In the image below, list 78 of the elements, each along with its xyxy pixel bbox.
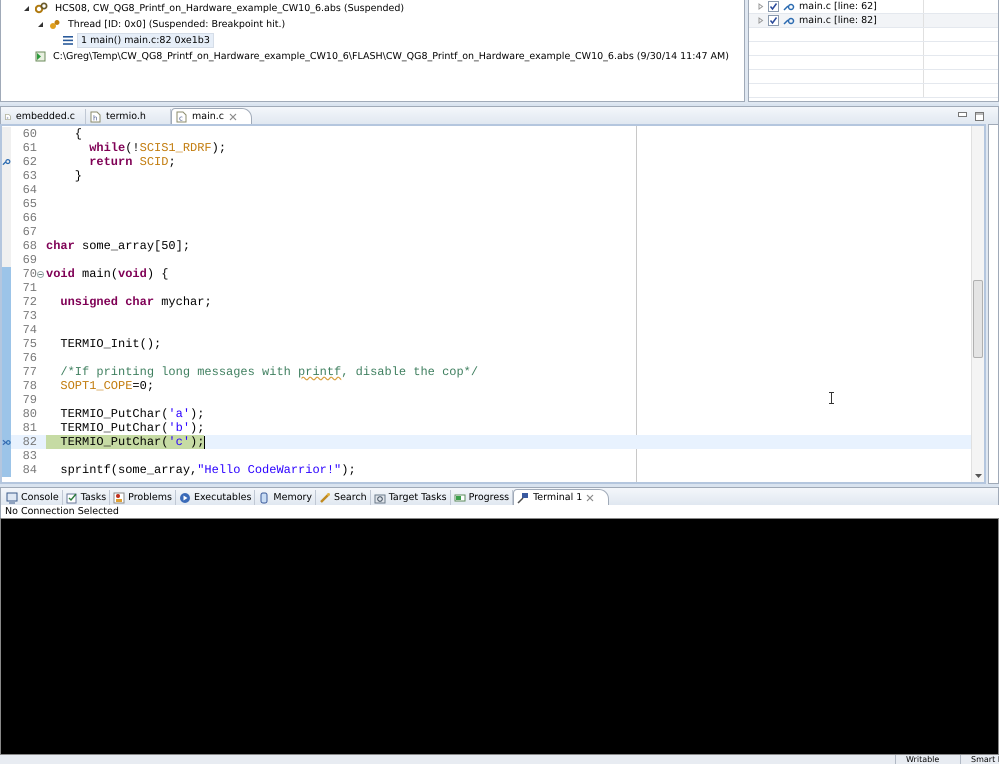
line-number: 60 [22, 127, 37, 141]
search-view-icon [319, 492, 332, 504]
expanded-arrow-icon[interactable] [23, 4, 30, 12]
line-number: 84 [22, 463, 37, 477]
code-line: { [74, 127, 82, 141]
line-number: 68 [22, 239, 37, 253]
text-cursor [204, 436, 206, 448]
breakpoint-icon [783, 16, 795, 24]
collapsed-arrow-icon[interactable] [757, 3, 764, 10]
tree-item[interactable]: HCS08, CW_QG8_Printf_on_Hardware_example_CW10_6.abs (Suspended) [52, 2, 408, 14]
console-view-icon [6, 492, 18, 504]
line-number: 69 [22, 253, 37, 267]
terminal-view-icon [517, 492, 530, 504]
code-line: SOPT1_COPE=0; [59, 379, 154, 393]
instruction-pointer-icon[interactable] [2, 438, 11, 446]
line-number: 80 [22, 407, 37, 421]
code-line: } [74, 169, 82, 183]
minimize-icon[interactable] [958, 112, 967, 118]
text-cursor-icon [828, 392, 835, 404]
stack-frame-icon [63, 36, 73, 44]
code-line: TERMIO_Init(); [59, 337, 162, 351]
breakpoint-icon[interactable] [2, 158, 11, 166]
code-line: /*If printing long messages with printf, disable the cop*/ [59, 365, 478, 379]
line-number: 62 [22, 155, 37, 169]
executables-view-icon [178, 492, 191, 504]
tree-item[interactable]: 1 main() main.c:82 0xe1b3 [77, 32, 214, 48]
line-number: 65 [22, 197, 37, 211]
scroll-down-icon[interactable] [974, 474, 982, 478]
code-line: return SCID; [88, 155, 176, 169]
close-icon[interactable] [586, 494, 594, 502]
breakpoint-label[interactable]: main.c [line: 62] [799, 1, 877, 12]
line-number: 73 [22, 309, 37, 323]
line-number: 79 [22, 393, 37, 407]
code-line: TERMIO_PutChar('a'); [59, 407, 204, 421]
line-number: 75 [22, 337, 37, 351]
line-number: 71 [22, 281, 37, 295]
line-number: 74 [22, 323, 37, 337]
line-number: 76 [22, 351, 37, 365]
line-number: 61 [22, 141, 37, 155]
connection-status: No Connection Selected [5, 506, 119, 517]
checkbox[interactable] [768, 15, 779, 26]
line-number: 77 [22, 365, 37, 379]
code-line: char some_array[50]; [46, 239, 190, 253]
expanded-arrow-icon[interactable] [37, 20, 44, 28]
scrollbar[interactable] [971, 126, 984, 482]
status-field: Writable [895, 755, 960, 764]
tree-item[interactable]: Thread [ID: 0x0] (Suspended: Breakpoint hit.) [65, 18, 288, 30]
line-number: 72 [22, 295, 37, 309]
fold-icon[interactable] [37, 270, 44, 278]
collapsed-arrow-icon[interactable] [757, 17, 764, 24]
memory-view-icon [258, 492, 270, 504]
line-number: 81 [22, 421, 37, 435]
status-field: Smart I [960, 755, 999, 764]
process-icon [35, 50, 46, 62]
line-number: 78 [22, 379, 37, 393]
close-icon[interactable] [228, 112, 237, 120]
tree-item[interactable]: C:\Greg\Temp\CW_QG8_Printf_on_Hardware_example_CW10_6\FLASH\CW_QG8_Printf_on_Hardware_example_CW10_6.abs (9/30/14 11:47 AM) [50, 50, 732, 62]
line-number: 63 [22, 169, 37, 183]
code-line: while(!SCIS1_RDRF); [88, 141, 226, 155]
maximize-icon[interactable] [975, 112, 984, 121]
code-line: sprintf(some_array,"Hello CodeWarrior!"); [59, 463, 356, 477]
gears-icon [35, 2, 48, 14]
line-number: 67 [22, 225, 37, 239]
breakpoint-icon [783, 2, 795, 10]
code-line: void main(void) { [46, 267, 168, 281]
code-line: TERMIO_PutChar('b'); [59, 421, 204, 435]
line-number: 64 [22, 183, 37, 197]
line-number: 66 [22, 211, 37, 225]
progress-view-icon [454, 492, 466, 504]
line-number: 70 [22, 267, 37, 281]
line-number: 82 [22, 435, 37, 449]
threads-icon [49, 18, 61, 30]
code-line: unsigned char mychar; [59, 295, 212, 309]
checkbox[interactable] [768, 1, 779, 12]
line-number: 83 [22, 449, 37, 463]
target-view-icon [374, 492, 386, 504]
view-tab[interactable]: Terminal 1 [513, 489, 610, 505]
scrollbar-thumb[interactable] [973, 280, 983, 358]
